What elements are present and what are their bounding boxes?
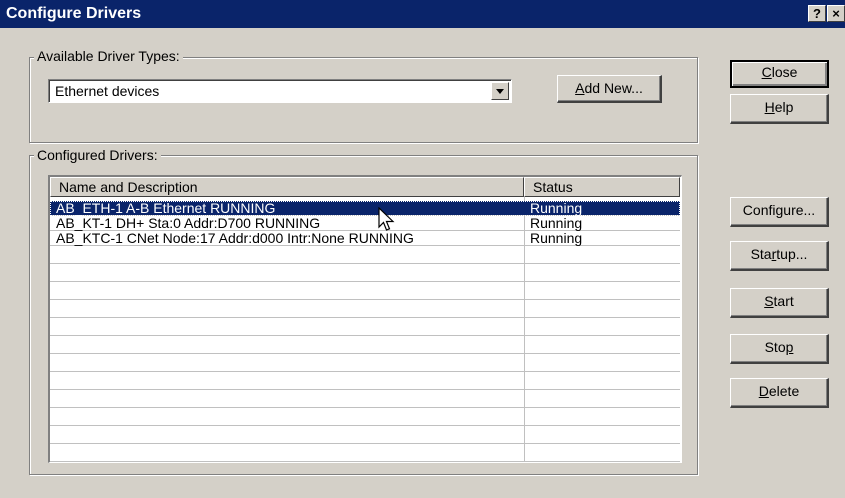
table-row[interactable]: AB_KT-1 DH+ Sta:0 Addr:D700 RUNNING Runn… (50, 216, 680, 231)
close-icon[interactable]: × (827, 5, 845, 22)
empty-row (50, 267, 680, 282)
empty-row (50, 357, 680, 372)
empty-row (50, 339, 680, 354)
driver-status: Running (530, 200, 583, 216)
driver-name: AB_ETH-1 A-B Ethernet RUNNING (56, 200, 276, 216)
startup-button[interactable]: Startup... (730, 241, 829, 271)
title-bar: Configure Drivers ? × (0, 0, 845, 28)
empty-row (50, 393, 680, 408)
table-row[interactable]: AB_ETH-1 A-B Ethernet RUNNING Running (50, 201, 680, 216)
available-driver-types-legend: Available Driver Types: (34, 48, 183, 64)
add-new-button[interactable]: Add New... (557, 75, 662, 103)
empty-row (50, 375, 680, 390)
driver-name: AB_KTC-1 CNet Node:17 Addr:d000 Intr:Non… (56, 230, 414, 246)
help-icon[interactable]: ? (808, 5, 826, 22)
close-button[interactable]: Close (730, 60, 829, 88)
empty-row (50, 411, 680, 426)
driver-status: Running (530, 215, 583, 231)
window-title: Configure Drivers (6, 5, 142, 22)
empty-row (50, 249, 680, 264)
driver-name: AB_KT-1 DH+ Sta:0 Addr:D700 RUNNING (56, 215, 321, 231)
configured-drivers-legend: Configured Drivers: (34, 147, 161, 163)
stop-button[interactable]: Stop (730, 334, 829, 364)
empty-row (50, 447, 680, 462)
column-header-name[interactable]: Name and Description (50, 177, 524, 197)
table-row[interactable]: AB_KTC-1 CNet Node:17 Addr:d000 Intr:Non… (50, 231, 680, 246)
drivers-list[interactable]: Name and Description Status AB_ETH-1 A-B… (48, 175, 682, 463)
column-header-status[interactable]: Status (524, 177, 680, 197)
driver-type-select[interactable]: Ethernet devices (48, 79, 512, 103)
driver-type-value: Ethernet devices (55, 83, 160, 99)
empty-row (50, 321, 680, 336)
chevron-down-icon[interactable] (491, 82, 509, 100)
empty-row (50, 429, 680, 444)
mouse-pointer-icon (378, 207, 395, 231)
driver-status: Running (530, 230, 583, 246)
empty-row (50, 285, 680, 300)
empty-row (50, 303, 680, 318)
configure-button[interactable]: Configure... (730, 197, 829, 227)
start-button[interactable]: Start (730, 288, 829, 318)
delete-button[interactable]: Delete (730, 378, 829, 408)
help-button[interactable]: Help (730, 94, 829, 124)
